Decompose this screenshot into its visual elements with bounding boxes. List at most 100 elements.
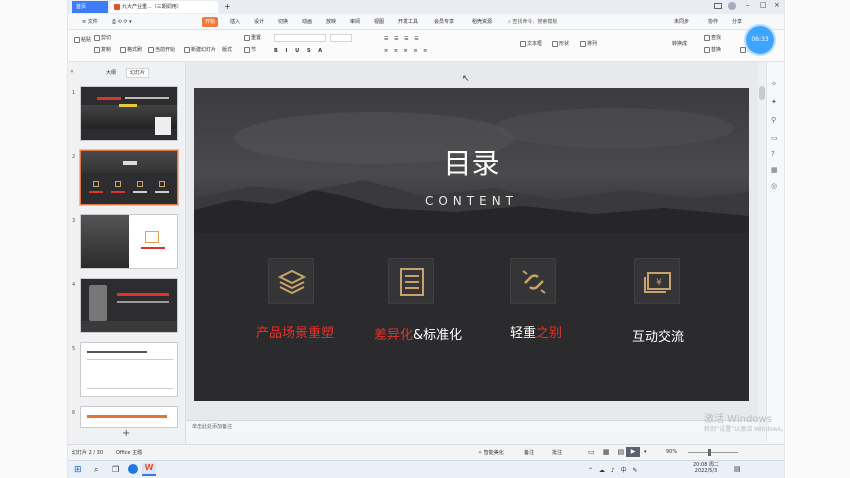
slide-number: 5 xyxy=(72,346,76,352)
svg-text:¥: ¥ xyxy=(656,278,662,288)
shape-label: 形状 xyxy=(559,41,570,47)
windows-start-icon[interactable]: ⊞ xyxy=(74,465,82,475)
textbox-icon xyxy=(520,40,526,47)
location-icon[interactable]: ◎ xyxy=(771,182,777,190)
arrange-icon xyxy=(580,40,586,47)
current-slide[interactable]: 目录 CONTENT ¥ 产品场景重塑 差异化&标准化 轻重之别 互动交流 xyxy=(194,88,749,401)
add-tab-button[interactable]: + xyxy=(220,1,232,13)
vertical-scrollbar[interactable] xyxy=(758,62,766,432)
ppt-icon xyxy=(114,3,120,10)
tab-view[interactable]: 视图 xyxy=(374,17,384,27)
scissors-icon xyxy=(94,34,100,41)
smart-beautify-button[interactable]: ✧ 智能美化 xyxy=(478,449,504,456)
scrollbar-thumb[interactable] xyxy=(759,86,765,100)
tab-transition[interactable]: 切换 xyxy=(278,17,288,27)
zoom-level[interactable]: 90% xyxy=(666,449,677,455)
zoom-slider[interactable] xyxy=(688,452,738,453)
tab-developer[interactable]: 开发工具 xyxy=(398,17,418,27)
layout-grid-icon[interactable]: ▦ xyxy=(771,166,778,174)
shape-button[interactable]: 形状 xyxy=(552,40,569,48)
minimize-icon[interactable]: – xyxy=(746,1,750,9)
font-style-buttons[interactable]: B I U S A xyxy=(274,47,325,55)
pin-icon[interactable]: ⚲ xyxy=(771,116,776,124)
textbox-label: 文本框 xyxy=(527,41,543,47)
new-slide-label: 新建幻灯片 xyxy=(191,47,217,53)
slide-thumb-5[interactable] xyxy=(80,342,178,397)
notes-toggle[interactable]: 备注 xyxy=(524,449,534,456)
tab-start[interactable]: 开始 xyxy=(202,17,219,27)
paragraph-buttons[interactable]: ☰ ☰ ☰ ☰ xyxy=(384,35,421,43)
search-icon[interactable]: ⌕ xyxy=(94,465,98,475)
font-size-select[interactable] xyxy=(330,34,352,42)
help-icon[interactable]: ? xyxy=(771,150,775,158)
tab-outline[interactable]: 大纲 xyxy=(106,69,116,76)
align-buttons[interactable]: ≡ ≡ ≡ ≡ ≡ xyxy=(384,47,429,55)
close-icon[interactable]: × xyxy=(774,1,780,9)
tab-insert[interactable]: 插入 xyxy=(230,17,240,27)
cut-label: 剪切 xyxy=(101,35,112,41)
tab-animation[interactable]: 动画 xyxy=(302,17,312,27)
file-menu[interactable]: ≡ 文件 xyxy=(82,17,98,27)
paste-button[interactable]: 粘贴 xyxy=(74,36,91,44)
tab-document[interactable]: 九大产业重...（三期调用） xyxy=(110,1,218,13)
tab-slideshow[interactable]: 放映 xyxy=(326,17,336,27)
section-button[interactable]: 节 xyxy=(244,46,256,54)
tab-member[interactable]: 会员专享 xyxy=(434,17,454,27)
screen: 首页 九大产业重...（三期调用） + – □ × ≡ 文件 ⎙ ⟲ ⟳ ▾ 开… xyxy=(0,0,850,478)
comment-toggle[interactable]: 批注 xyxy=(552,449,562,456)
animation-icon[interactable]: ✦ xyxy=(771,98,777,106)
font-family-select[interactable] xyxy=(274,34,326,42)
system-tray-icons[interactable]: ⌃ ☁ ♪ 中 ✎ xyxy=(588,465,640,474)
timer-badge[interactable]: 06:33 xyxy=(746,26,774,54)
avatar[interactable] xyxy=(728,2,736,10)
tab-design[interactable]: 设计 xyxy=(254,17,264,27)
thumb-number-box xyxy=(145,231,159,243)
find-button[interactable]: 查找 xyxy=(704,34,721,42)
paste-label: 粘贴 xyxy=(81,37,92,43)
thumb-title-bar xyxy=(117,293,169,296)
item-interaction: 互动交流 xyxy=(632,326,684,345)
add-slide-button[interactable]: + xyxy=(122,428,130,439)
left-black-bar xyxy=(0,0,68,478)
sync-status[interactable]: 未同步 xyxy=(674,17,689,27)
zoom-slider-handle[interactable] xyxy=(708,449,711,456)
slide-thumb-1[interactable] xyxy=(80,86,178,141)
maximize-icon[interactable]: □ xyxy=(760,1,767,9)
slide-thumb-4[interactable] xyxy=(80,278,178,333)
tab-review[interactable]: 审阅 xyxy=(350,17,360,27)
arrange-button[interactable]: 排列 xyxy=(580,40,597,48)
collapse-panel-icon[interactable]: « xyxy=(70,68,74,75)
convert-button[interactable]: 转换成 xyxy=(672,40,687,48)
tab-docer[interactable]: 稻壳资源 xyxy=(472,17,492,27)
mouse-cursor-icon: ↖ xyxy=(462,74,470,84)
textbox-button[interactable]: 文本框 xyxy=(520,40,542,48)
collab-button[interactable]: 协作 xyxy=(708,17,718,27)
play-slideshow-icon[interactable]: ▶ xyxy=(626,447,640,457)
slide-thumb-3[interactable] xyxy=(80,214,178,269)
replace-button[interactable]: 替换 xyxy=(704,46,721,54)
copy-button[interactable]: 复制 xyxy=(94,46,111,54)
reset-button[interactable]: 重置 xyxy=(244,34,261,42)
format-painter-button[interactable]: 格式刷 xyxy=(120,46,142,54)
slide-icon[interactable]: ▭ xyxy=(771,134,778,142)
share-button[interactable]: 分享 xyxy=(732,17,742,27)
slide-thumb-2[interactable] xyxy=(80,150,178,205)
slide-thumb-6[interactable] xyxy=(80,406,178,428)
tab-home[interactable]: 首页 xyxy=(72,1,108,13)
view-mode-buttons[interactable]: ▭ ▦ ▤ xyxy=(588,448,627,456)
notification-icon[interactable]: ▤ xyxy=(734,465,741,473)
tab-slides[interactable]: 幻灯片 xyxy=(126,68,150,78)
zoom-dropdown-icon[interactable]: ▾ xyxy=(644,449,647,455)
command-search[interactable]: ⌕ 查找命令、搜索模板 xyxy=(508,17,557,27)
layout-button[interactable]: 版式 xyxy=(222,46,232,54)
task-view-icon[interactable]: ❐ xyxy=(112,465,119,474)
style-icon[interactable]: ✧ xyxy=(771,80,777,88)
new-slide-button[interactable]: 新建幻灯片 xyxy=(184,46,216,54)
system-clock[interactable]: 20:08 周二 2022/5/3 xyxy=(686,462,726,474)
layout-icon[interactable] xyxy=(714,3,722,9)
cut-button[interactable]: 剪切 xyxy=(94,34,111,42)
wps-taskbar-icon[interactable]: W xyxy=(142,463,156,476)
from-current-button[interactable]: 当前开始 xyxy=(148,46,175,54)
notes-area[interactable]: 单击此处添加备注 xyxy=(186,420,758,432)
edge-browser-icon[interactable] xyxy=(128,464,138,474)
